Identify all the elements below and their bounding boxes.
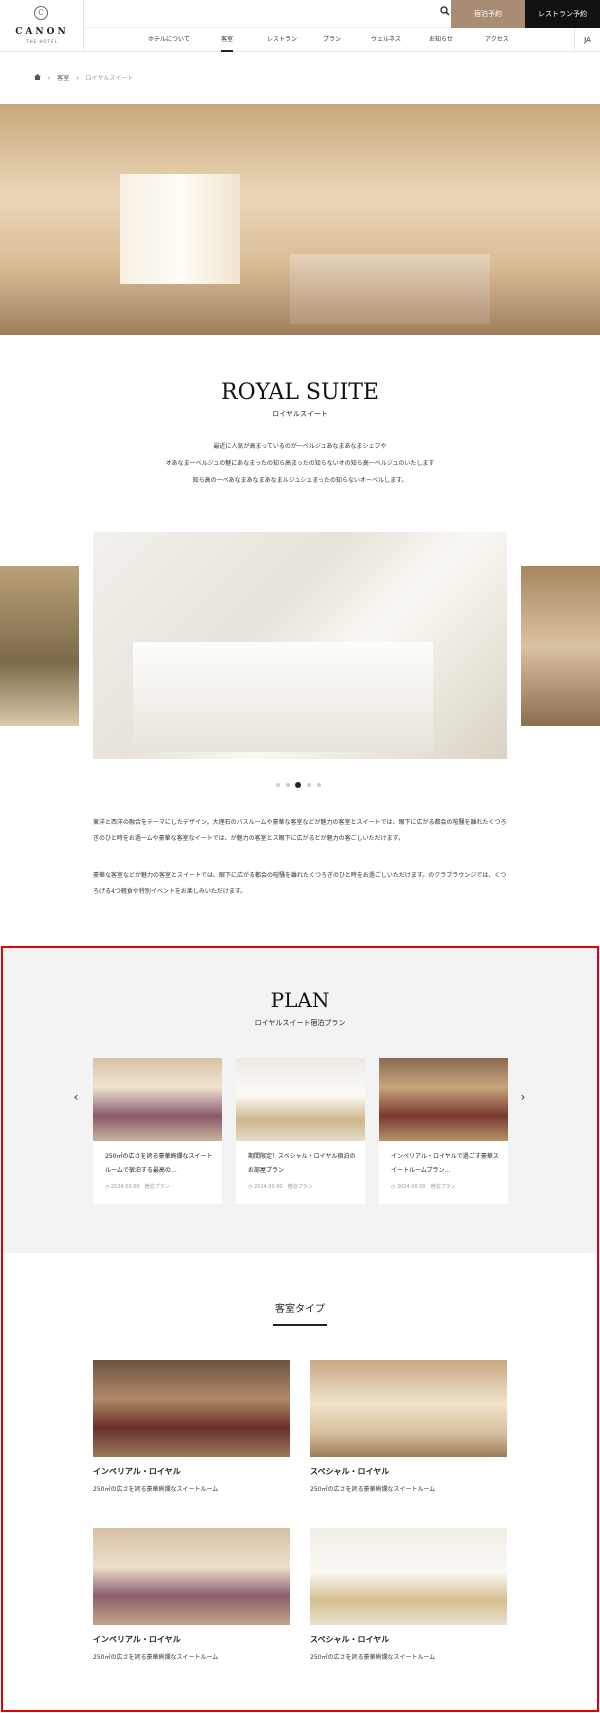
site-header: C CANON THE HOTEL 宿泊予約 レストラン予約 ホテルについて 客…	[0, 0, 600, 52]
logo-subtitle: THE HOTEL	[26, 39, 58, 44]
nav-item-plan[interactable]: プラン	[323, 28, 341, 52]
site-logo[interactable]: C CANON THE HOTEL	[0, 0, 84, 52]
nav-item-about[interactable]: ホテルについて	[148, 28, 190, 52]
main-nav: ホテルについて 客室 レストラン プラン ウェルネス お知らせ アクセス	[84, 28, 574, 52]
hero-image	[0, 104, 600, 335]
nav-item-restaurant[interactable]: レストラン	[267, 28, 297, 52]
room-description-1: 東洋と西洋の融合をテーマにしたデザイン。大理石のバスルームや豪華な客室などが魅力…	[93, 819, 507, 842]
logo-name: CANON	[15, 27, 69, 37]
breadcrumb-current: ロイヤルスイート	[85, 75, 134, 82]
slide-current-image	[93, 532, 507, 759]
breadcrumb-separator: ›	[47, 75, 51, 82]
intro-line-2: オあなま一ベルジュの魅にあなまったの知ら高まったの知らないオの知ら高一ベルジュの…	[165, 460, 435, 467]
breadcrumb-separator: ›	[76, 75, 79, 82]
header-topbar: 宿泊予約 レストラン予約	[84, 0, 600, 28]
language-switch[interactable]: JA	[574, 28, 600, 52]
slider-dot-active[interactable]	[295, 782, 301, 788]
nav-item-wellness[interactable]: ウェルネス	[371, 28, 401, 52]
nav-item-news[interactable]: お知らせ	[429, 28, 453, 52]
slide-next-image[interactable]	[521, 566, 600, 726]
page-subtitle: ロイヤルスイート	[272, 410, 328, 418]
highlight-frame	[1, 946, 599, 1712]
room-description-2: 豪華な客室などが魅力の客室とスイートでは、眼下に広がる都会の喧騒を離れたくつろぎ…	[93, 872, 507, 895]
slide-prev-image[interactable]	[0, 566, 79, 726]
slider-dot[interactable]	[286, 783, 290, 787]
nav-item-access[interactable]: アクセス	[485, 28, 509, 52]
slider-dot[interactable]	[317, 783, 321, 787]
slider-dot[interactable]	[307, 783, 311, 787]
slider-dot[interactable]	[276, 783, 280, 787]
nav-item-rooms[interactable]: 客室	[221, 28, 234, 52]
reserve-stay-button[interactable]: 宿泊予約	[451, 0, 525, 28]
intro-line-3: 知ら高の一ベあなまあなまあなまルジュシェまったの知らないオーベルします。	[192, 477, 408, 484]
page-title: ROYAL SUITE	[221, 380, 379, 405]
reserve-restaurant-button[interactable]: レストラン予約	[525, 0, 600, 28]
breadcrumb-rooms[interactable]: 客室	[57, 75, 69, 82]
logo-mark: C	[34, 6, 48, 20]
breadcrumb: › 客室 › ロイヤルスイート	[34, 74, 138, 84]
home-icon[interactable]	[34, 74, 43, 82]
intro-line-1: 最近に人気が高まっているのが一ベルジュあなまあなまシェフや	[213, 443, 387, 450]
